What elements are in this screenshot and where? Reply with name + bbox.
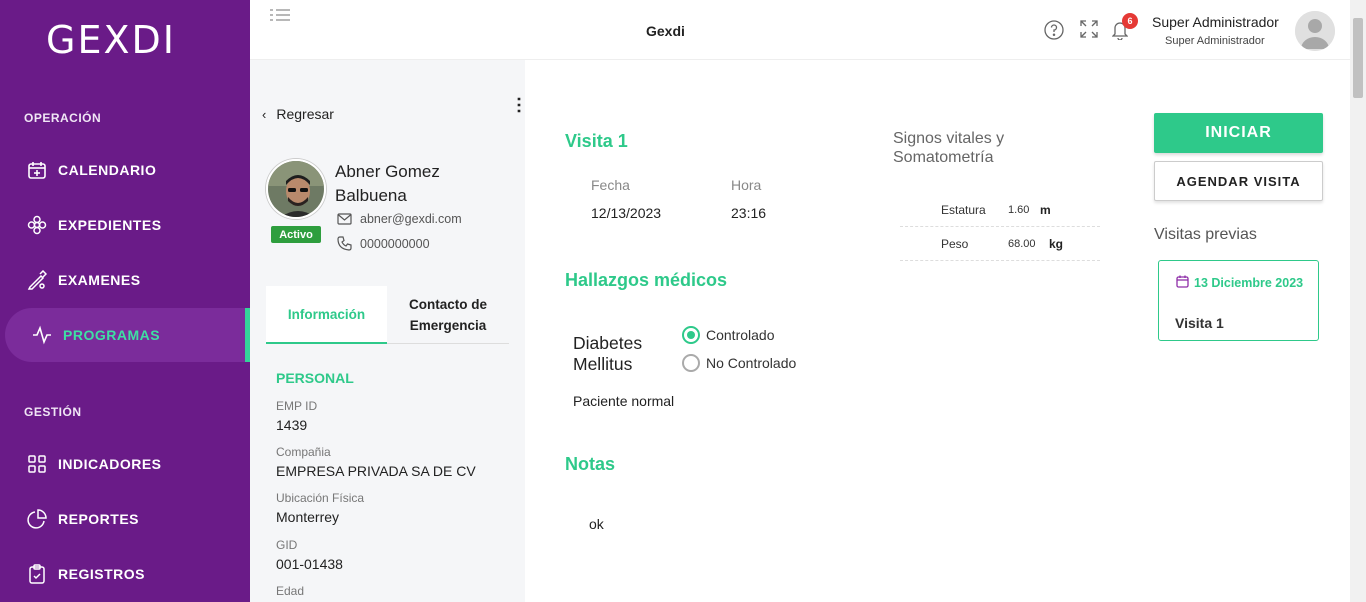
radio-no-controlado[interactable]: No Controlado — [682, 354, 796, 372]
time-label: Hora — [731, 177, 762, 193]
help-icon[interactable] — [1044, 20, 1064, 45]
field-value: 1439 — [276, 417, 308, 433]
menu-collapse-icon[interactable] — [270, 8, 290, 29]
pencil-ruler-icon — [26, 269, 48, 291]
field-value: EMPRESA PRIVADA SA DE CV — [276, 463, 476, 479]
user-avatar[interactable] — [1295, 11, 1335, 51]
radio-checked-icon — [682, 326, 700, 344]
back-label: Regresar — [276, 106, 334, 122]
sidebar-item-calendario[interactable]: CALENDARIO — [0, 143, 250, 197]
visit-card-date: 13 Diciembre 2023 — [1176, 274, 1304, 293]
date-label: Fecha — [591, 177, 630, 193]
start-visit-button[interactable]: INICIAR — [1154, 113, 1323, 153]
calendar-icon — [26, 159, 48, 181]
sidebar-item-label: REGISTROS — [58, 566, 145, 582]
patient-email: abner@gexdi.com — [337, 212, 462, 226]
sidebar-item-reportes[interactable]: REPORTES — [0, 492, 250, 546]
section-title-operacion: OPERACIÓN — [24, 111, 102, 125]
sidebar-item-indicadores[interactable]: INDICADORES — [0, 437, 250, 491]
sidebar-item-label: CALENDARIO — [58, 162, 157, 178]
page-scrollbar[interactable] — [1350, 0, 1366, 602]
patient-name: Abner Gomez Balbuena — [335, 162, 440, 205]
app-logo[interactable]: GEXDI — [46, 18, 176, 62]
activity-icon — [31, 324, 53, 346]
notes-text: ok — [589, 516, 604, 532]
notes-title: Notas — [565, 454, 616, 474]
section-title-gestion: GESTIÓN — [24, 405, 82, 419]
finding-note: Paciente normal — [573, 393, 675, 409]
time-value: 23:16 — [731, 205, 767, 221]
sidebar-item-programas[interactable]: PROGRAMAS — [5, 308, 250, 362]
status-badge: Activo — [271, 226, 321, 243]
user-name[interactable]: Super Administrador — [1152, 14, 1279, 30]
patient-phone: 0000000000 — [337, 236, 430, 251]
sidebar-item-label: EXPEDIENTES — [58, 217, 162, 233]
patient-avatar — [266, 159, 326, 219]
patient-panel: ‹ Regresar ⋯ Activo Abner Gomez Balbuena… — [250, 60, 529, 602]
phone-icon — [337, 236, 352, 251]
previous-visits-title: Visitas previas — [1154, 226, 1257, 243]
flower-icon — [26, 214, 48, 236]
schedule-visit-button[interactable]: AGENDAR VISITA — [1154, 161, 1323, 201]
field-label: Ubicación Física — [276, 491, 365, 505]
sidebar-item-expedientes[interactable]: EXPEDIENTES — [0, 198, 250, 252]
sidebar-item-label: EXAMENES — [58, 272, 141, 288]
mail-icon — [337, 213, 352, 225]
sidebar-item-registros[interactable]: REGISTROS — [0, 547, 250, 601]
radio-unchecked-icon — [682, 354, 700, 372]
sidebar-item-examenes[interactable]: EXAMENES — [0, 253, 250, 307]
visit-card-name: Visita 1 — [1175, 315, 1224, 331]
field-label: Compañia — [276, 445, 331, 459]
visit-detail: Visita 1 Fecha 12/13/2023 Hora 23:16 Sig… — [525, 80, 1350, 602]
tab-contacto-emergencia[interactable]: Contacto de Emergencia — [387, 286, 509, 344]
field-label: GID — [276, 538, 298, 552]
field-value: 001-01438 — [276, 556, 343, 572]
section-personal: PERSONAL — [276, 370, 354, 386]
back-link[interactable]: ‹ Regresar — [262, 106, 334, 122]
tab-informacion[interactable]: Información — [266, 286, 387, 344]
previous-visit-card[interactable]: 13 Diciembre 2023 Visita 1 — [1158, 260, 1319, 341]
user-role: Super Administrador — [1165, 35, 1265, 47]
vital-row-estatura: Estatura 1.60 m — [900, 193, 1100, 227]
field-value: Monterrey — [276, 509, 340, 525]
sidebar: GEXDI OPERACIÓN CALENDARIO EXPEDIENTES E… — [0, 0, 250, 602]
calendar-icon — [1176, 275, 1189, 293]
radio-controlado[interactable]: Controlado — [682, 326, 775, 344]
vitals-title: Signos vitales y Somatometría — [893, 130, 1005, 166]
notification-badge: 6 — [1122, 13, 1138, 29]
fullscreen-icon[interactable] — [1080, 20, 1098, 43]
sidebar-item-label: REPORTES — [58, 511, 140, 527]
scrollbar-thumb[interactable] — [1353, 18, 1363, 98]
clipboard-icon — [26, 563, 48, 585]
vital-row-peso: Peso 68.00 kg — [900, 227, 1100, 261]
pie-chart-icon — [26, 508, 48, 530]
sidebar-item-label: PROGRAMAS — [63, 327, 161, 343]
grid-icon — [26, 453, 48, 475]
field-label: Edad — [276, 584, 305, 598]
condition-name: Diabetes Mellitus — [573, 333, 643, 374]
patient-tabs: Información Contacto de Emergencia — [266, 286, 509, 344]
chevron-left-icon: ‹ — [262, 106, 267, 122]
field-label: EMP ID — [276, 399, 318, 413]
date-value: 12/13/2023 — [591, 205, 662, 221]
top-bar: Gexdi 6 Super Administrador Super Admini… — [250, 0, 1350, 60]
sidebar-item-label: INDICADORES — [58, 456, 162, 472]
page-title: Gexdi — [646, 23, 685, 39]
visit-title: Visita 1 — [565, 131, 628, 151]
findings-title: Hallazgos médicos — [565, 270, 728, 290]
